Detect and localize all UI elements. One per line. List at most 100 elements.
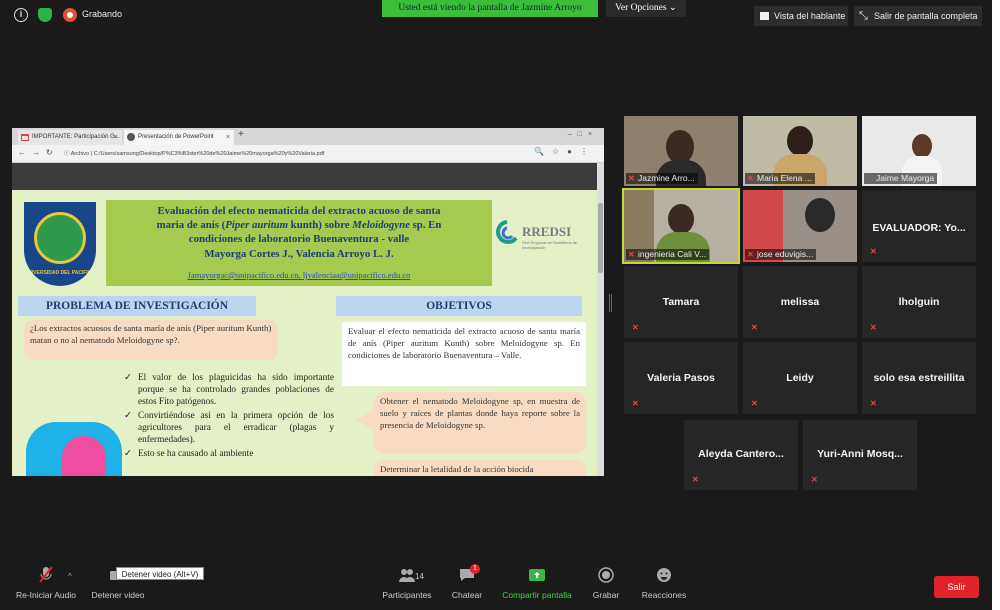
participant-name-label: Jaime Mayorga	[864, 173, 938, 184]
pdf-viewer-toolbar	[12, 163, 604, 190]
mic-off-icon: ✕	[751, 399, 758, 408]
bullet-item: El valor de los plaguicidas ha sido impo…	[124, 372, 334, 408]
mic-off-icon: ✕	[692, 475, 699, 484]
share-screen-button[interactable]: Compartir pantalla	[497, 566, 577, 600]
participant-tile[interactable]: EVALUADOR: Yo... ✕	[862, 190, 976, 262]
panel-resize-handle[interactable]	[609, 294, 612, 312]
participant-name-label: ✕ Maria Elena ...	[745, 173, 815, 184]
mic-off-icon: ✕	[628, 250, 635, 259]
tab-label: Presentación de PowerPoint	[138, 134, 214, 140]
close-icon[interactable]: ×	[226, 130, 230, 145]
objectives-heading: OBJETIVOS	[336, 296, 582, 316]
mic-off-icon: ✕	[870, 323, 877, 332]
leave-button[interactable]: Salir	[934, 576, 979, 598]
participant-name: lholguin	[898, 296, 940, 308]
author-emails[interactable]: Jamayorgac@unipacifico.edu.co, ljvalenci…	[106, 270, 492, 280]
logo-text: UNIVERSIDAD DEL PACIFICO	[24, 270, 96, 276]
general-objective: Evaluar el efecto nematicida del extract…	[342, 322, 586, 386]
participant-tile[interactable]: Leidy ✕	[743, 342, 857, 414]
title-line: condiciones de laboratorio Buenaventura …	[188, 233, 410, 246]
participant-name: Valeria Pasos	[647, 372, 715, 384]
share-screen-label: Compartir pantalla	[502, 590, 572, 600]
exit-fullscreen-label: Salir de pantalla completa	[874, 11, 978, 21]
view-options-button[interactable]: Ver Opciones ⌄	[606, 0, 686, 17]
problem-bullets: El valor de los plaguicidas ha sido impo…	[124, 372, 334, 462]
chevron-up-icon[interactable]: ^	[68, 572, 72, 581]
participant-name: EVALUADOR: Yo...	[872, 222, 966, 234]
question-mark-graphic	[26, 422, 122, 476]
url-prefix: Archivo	[70, 151, 90, 157]
recording-label: Grabando	[82, 9, 123, 19]
shield-icon[interactable]	[38, 8, 52, 22]
chrome-icon	[127, 133, 135, 141]
info-icon[interactable]: i	[14, 8, 28, 22]
close-icon[interactable]: ×	[114, 130, 118, 145]
person-silhouette	[668, 204, 694, 234]
window-controls[interactable]: –□×	[568, 131, 598, 138]
gmail-icon	[21, 134, 29, 141]
participant-video-tile[interactable]: Jaime Mayorga	[862, 116, 976, 186]
browser-tab-gmail[interactable]: IMPORTANTE: Participación G... ×	[18, 130, 122, 145]
participant-name: Yuri-Anni Mosq...	[817, 448, 903, 460]
participant-video-tile[interactable]: ✕ Maria Elena ...	[743, 116, 857, 186]
participant-name: jose eduvigis...	[757, 249, 814, 259]
url-field[interactable]: ⓘ Archivo | C:/Users/samsung/Desktop/P%C…	[64, 148, 544, 160]
participant-video-tile[interactable]: ✕ Jazmine Arro...	[624, 116, 738, 186]
record-icon	[597, 566, 615, 584]
participant-video-tile-active[interactable]: ✕ ingenieria Cali V...	[622, 188, 740, 264]
person-silhouette	[666, 130, 694, 164]
participant-name: Leidy	[786, 372, 814, 384]
specific-objective-2: Determinar la letalidad de la acción bio…	[374, 460, 586, 476]
participants-count: 14	[415, 572, 424, 581]
smiley-icon	[655, 566, 673, 584]
mic-off-icon: ✕	[811, 475, 818, 484]
title-line: maria de anís (	[156, 219, 226, 232]
mic-off-icon: ✕	[751, 323, 758, 332]
title-italic: Piper auritum	[225, 219, 288, 232]
participant-tile[interactable]: solo esa estreillita ✕	[862, 342, 976, 414]
partner-logo-text: RREDSI	[522, 224, 572, 239]
rredsi-logo-icon	[496, 220, 518, 244]
toolbar-icons[interactable]: 🔍☆●⋮	[534, 147, 596, 156]
participant-name-label: ✕ ingenieria Cali V...	[626, 249, 710, 260]
participant-name: Maria Elena ...	[757, 173, 812, 183]
person-silhouette	[805, 198, 835, 232]
bullet-item: Convirtiéndose así en la primera opción …	[124, 410, 334, 446]
forward-icon[interactable]: →	[32, 148, 40, 157]
participant-video-tile[interactable]: ✕ jose eduvigis...	[743, 190, 857, 262]
audio-button[interactable]: Re-Iniciar Audio	[6, 566, 86, 600]
reactions-button[interactable]: Reacciones	[624, 566, 704, 600]
participant-tile[interactable]: Valeria Pasos ✕	[624, 342, 738, 414]
problem-heading: PROBLEMA DE INVESTIGACIÓN	[18, 296, 256, 316]
chat-button[interactable]: 1 Chatear	[427, 564, 507, 600]
mic-off-icon: ✕	[632, 399, 639, 408]
poster: UNIVERSIDAD DEL PACIFICO Evaluación del …	[12, 190, 597, 476]
browser-tab-pdf[interactable]: Presentación de PowerPoint ×	[124, 130, 234, 145]
research-question: ¿Los extractos acuosos de santa maría de…	[24, 320, 278, 360]
scrollbar[interactable]	[597, 163, 604, 476]
participant-tile[interactable]: Yuri-Anni Mosq... ✕	[803, 420, 917, 490]
zoom-meeting-window: i Grabando Usted está viendo la pantalla…	[0, 0, 992, 610]
shared-screen: IMPORTANTE: Participación G... × Present…	[12, 128, 604, 476]
exit-fullscreen-button[interactable]: ⤡ Salir de pantalla completa	[854, 6, 982, 26]
poster-title-box: Evaluación del efecto nematicida del ext…	[106, 200, 492, 286]
participant-tile[interactable]: lholguin ✕	[862, 266, 976, 338]
chevron-down-icon: ⌄	[668, 3, 677, 13]
reload-icon[interactable]: ↻	[46, 148, 53, 157]
participant-name-label: ✕ Jazmine Arro...	[626, 173, 698, 184]
participant-tile[interactable]: melissa ✕	[743, 266, 857, 338]
mic-off-icon: ✕	[870, 399, 877, 408]
back-icon[interactable]: ←	[18, 148, 26, 157]
exit-fullscreen-icon: ⤡	[859, 10, 868, 22]
chat-label: Chatear	[451, 590, 483, 600]
tab-label: IMPORTANTE: Participación G...	[32, 134, 120, 140]
person-silhouette	[912, 134, 932, 158]
participant-tile[interactable]: Aleyda Cantero... ✕	[684, 420, 798, 490]
new-tab-icon[interactable]: +	[238, 129, 244, 140]
participant-name: Jaime Mayorga	[876, 173, 935, 183]
specific-objective-1: Obtener el nematodo Meloidogyne sp, en m…	[356, 392, 586, 454]
share-screen-icon	[528, 566, 546, 584]
participant-tile[interactable]: Tamara ✕	[624, 266, 738, 338]
mic-off-icon: ✕	[632, 323, 639, 332]
speaker-view-button[interactable]: Vista del hablante	[754, 6, 848, 26]
